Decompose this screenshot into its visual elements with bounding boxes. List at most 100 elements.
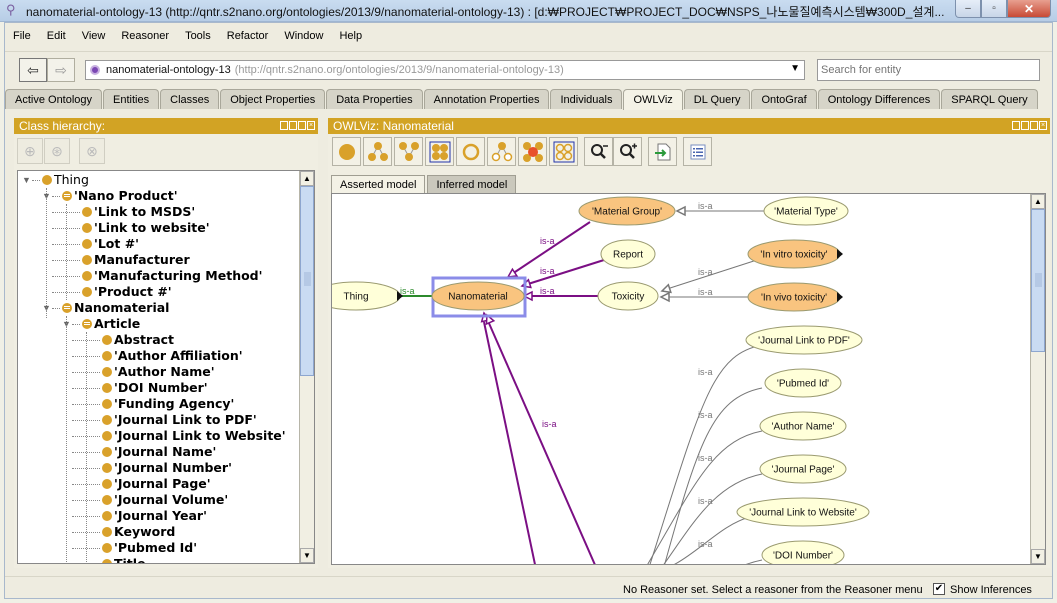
scroll-up-arrow-icon[interactable]: ▲ xyxy=(300,171,314,186)
class-tree[interactable]: ▼ Thing ▼ 'Nano Product' 'Link to MSDS' 'Link… xyxy=(17,170,315,564)
delete-class-button[interactable]: ⊗ xyxy=(79,138,105,164)
zoom-out-button[interactable] xyxy=(584,137,613,166)
menu-reasoner[interactable]: Reasoner xyxy=(113,27,177,47)
menu-view[interactable]: View xyxy=(74,27,114,47)
tree-scrollbar[interactable]: ▲ ▼ xyxy=(299,171,314,563)
tab-annotation-properties[interactable]: Annotation Properties xyxy=(423,89,550,109)
menu-file[interactable]: File xyxy=(5,27,39,47)
tree-item[interactable]: ▼ Nanomaterial xyxy=(18,300,300,316)
back-button[interactable]: ⇦ xyxy=(19,58,47,82)
tab-ontology-differences[interactable]: Ontology Differences xyxy=(817,89,941,109)
add-subclass-button[interactable]: ⊕ xyxy=(17,138,43,164)
hide-all-classes-button[interactable] xyxy=(518,137,547,166)
tab-sparql-query[interactable]: SPARQL Query xyxy=(941,89,1038,109)
tree-item[interactable]: 'Author Name' xyxy=(18,364,300,380)
tree-item[interactable]: 'Author Affiliation' xyxy=(18,348,300,364)
tab-ontograf[interactable]: OntoGraf xyxy=(751,89,817,109)
tab-object-properties[interactable]: Object Properties xyxy=(220,89,326,109)
menu-tools[interactable]: Tools xyxy=(177,27,219,47)
tab-asserted-model[interactable]: Asserted model xyxy=(331,175,426,193)
edge-line xyxy=(746,559,763,564)
tree-item[interactable]: ▼ 'Nano Product' xyxy=(18,188,300,204)
defined-class-icon xyxy=(62,303,72,313)
minimize-button[interactable]: – xyxy=(955,0,981,18)
tree-item[interactable]: 'Pubmed Id' xyxy=(18,540,300,556)
menu-help[interactable]: Help xyxy=(331,27,370,47)
tree-item[interactable]: 'Manufacturing Method' xyxy=(18,268,300,284)
menu-edit[interactable]: Edit xyxy=(39,27,74,47)
maximize-button[interactable]: ▫ xyxy=(981,0,1007,18)
forward-button[interactable]: ⇨ xyxy=(47,58,75,82)
graph-scrollbar[interactable]: ▲ ▼ xyxy=(1030,194,1045,564)
close-view-icon[interactable]: × xyxy=(1039,121,1047,130)
zoom-in-button[interactable] xyxy=(613,137,642,166)
tree-item[interactable]: 'Journal Number' xyxy=(18,460,300,476)
options-button[interactable] xyxy=(683,137,712,166)
tree-guide-line xyxy=(66,204,67,300)
tab-individuals[interactable]: Individuals xyxy=(550,89,623,109)
tree-item[interactable]: 'Journal Name' xyxy=(18,444,300,460)
add-sibling-button[interactable]: ⊛ xyxy=(44,138,70,164)
split-horizontal-icon[interactable] xyxy=(289,121,297,130)
tree-item[interactable]: 'Journal Year' xyxy=(18,508,300,524)
tab-entities[interactable]: Entities xyxy=(103,89,160,109)
scroll-down-arrow-icon[interactable]: ▼ xyxy=(1031,549,1045,564)
tree-item[interactable]: 'Link to website' xyxy=(18,220,300,236)
tab-active-ontology[interactable]: Active Ontology xyxy=(5,89,103,109)
tree-item[interactable]: 'Lot #' xyxy=(18,236,300,252)
float-icon[interactable] xyxy=(1030,121,1038,130)
search-entity-input[interactable] xyxy=(817,59,1040,81)
is-a-arrowhead xyxy=(660,283,672,294)
show-all-classes-button[interactable] xyxy=(425,137,454,166)
close-view-icon[interactable]: × xyxy=(307,121,315,130)
tree-item[interactable]: 'Journal Link to Website' xyxy=(18,428,300,444)
split-vertical-icon[interactable] xyxy=(280,121,288,130)
tree-item[interactable]: Abstract xyxy=(18,332,300,348)
scroll-thumb[interactable] xyxy=(1031,209,1045,352)
tree-item[interactable]: 'Product #' xyxy=(18,284,300,300)
tree-item[interactable]: 'Journal Page' xyxy=(18,476,300,492)
menu-bar: File Edit View Reasoner Tools Refactor W… xyxy=(5,27,370,47)
tab-owlviz[interactable]: OWLViz xyxy=(623,89,683,110)
hide-subclasses-button[interactable] xyxy=(487,137,516,166)
menu-window[interactable]: Window xyxy=(276,27,331,47)
class-icon xyxy=(102,447,112,457)
close-button[interactable]: ✕ xyxy=(1007,0,1051,18)
tab-dl-query[interactable]: DL Query xyxy=(683,89,751,109)
tree-item-label: 'Link to MSDS' xyxy=(94,204,196,219)
tab-inferred-model[interactable]: Inferred model xyxy=(427,175,517,193)
tree-item[interactable]: 'DOI Number' xyxy=(18,380,300,396)
split-vertical-icon[interactable] xyxy=(1012,121,1020,130)
tree-item[interactable]: Keyword xyxy=(18,524,300,540)
show-superclasses-button[interactable] xyxy=(394,137,423,166)
show-subclasses-button[interactable] xyxy=(363,137,392,166)
tab-data-properties[interactable]: Data Properties xyxy=(326,89,423,109)
scroll-up-arrow-icon[interactable]: ▲ xyxy=(1031,194,1045,209)
scroll-down-arrow-icon[interactable]: ▼ xyxy=(300,548,314,563)
tree-item[interactable]: 'Link to MSDS' xyxy=(18,204,300,220)
hide-class-button[interactable] xyxy=(456,137,485,166)
tree-item[interactable]: ▼ Article xyxy=(18,316,300,332)
float-icon[interactable] xyxy=(298,121,306,130)
show-classes-grid-button[interactable] xyxy=(549,137,578,166)
ontology-graph[interactable]: is-a is-a is-a is-a is-a is-a is-a is-a is-a is-a… xyxy=(331,193,1046,565)
tree-item[interactable]: Manufacturer xyxy=(18,252,300,268)
split-horizontal-icon[interactable] xyxy=(1021,121,1029,130)
show-inferences-checkbox[interactable]: ✔ xyxy=(933,583,945,595)
expand-toggle-icon[interactable]: ▼ xyxy=(22,172,31,188)
scroll-thumb[interactable] xyxy=(300,186,314,376)
status-bar: No Reasoner set. Select a reasoner from … xyxy=(5,576,1052,598)
show-class-button[interactable] xyxy=(332,137,361,166)
tree-item[interactable]: ▼ Thing xyxy=(18,172,300,188)
tree-item[interactable]: 'Journal Volume' xyxy=(18,492,300,508)
show-subclasses-icon xyxy=(367,141,388,161)
tree-item[interactable]: 'Funding Agency' xyxy=(18,396,300,412)
export-icon xyxy=(654,143,670,160)
export-button[interactable] xyxy=(648,137,677,166)
chevron-down-icon[interactable]: ▼ xyxy=(790,63,800,74)
tab-classes[interactable]: Classes xyxy=(160,89,220,109)
ontology-selector[interactable]: nanomaterial-ontology-13 (http://qntr.s2… xyxy=(85,60,805,80)
tree-item[interactable]: 'Journal Link to PDF' xyxy=(18,412,300,428)
tree-item[interactable]: Title xyxy=(18,556,300,563)
menu-refactor[interactable]: Refactor xyxy=(219,27,277,47)
